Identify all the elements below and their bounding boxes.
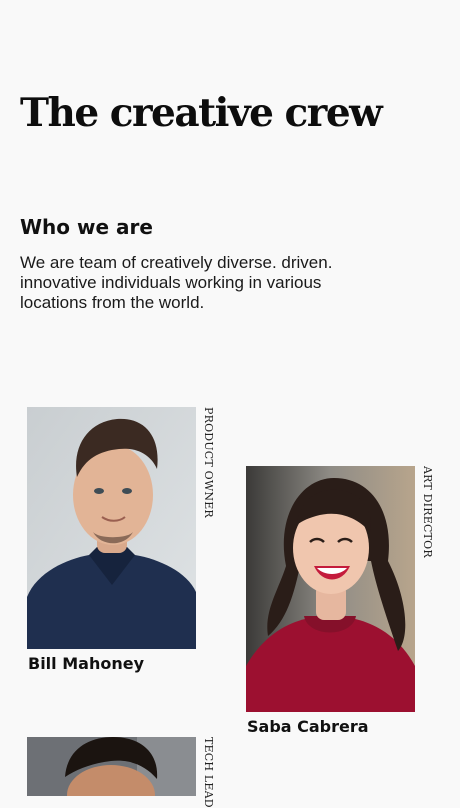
team-member-name: Saba Cabrera: [247, 717, 369, 736]
team-member-photo: [27, 407, 196, 649]
team-member-photo: [27, 737, 196, 796]
team-member-photo: [246, 466, 415, 712]
who-we-are-heading: Who we are: [20, 215, 153, 239]
team-member-name: Bill Mahoney: [28, 654, 144, 673]
team-member-role: ART DIRECTOR: [421, 466, 434, 558]
team-member-role: PRODUCT OWNER: [202, 407, 215, 518]
page-title: The creative crew: [20, 90, 383, 136]
team-member-role: TECH LEAD: [202, 737, 215, 808]
who-we-are-text: We are team of creatively diverse. drive…: [20, 253, 333, 312]
